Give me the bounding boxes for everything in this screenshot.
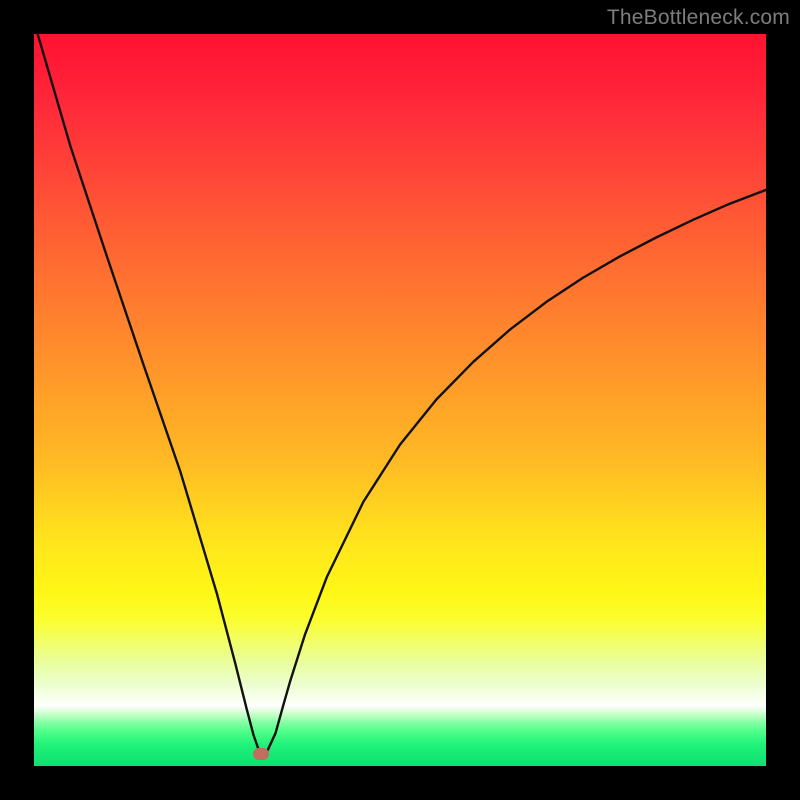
- chart-svg: [34, 34, 766, 766]
- chart-plot-area: [34, 34, 766, 766]
- watermark-text: TheBottleneck.com: [607, 6, 790, 30]
- optimal-point-marker: [253, 748, 269, 760]
- bottleneck-curve: [38, 34, 766, 754]
- chart-frame: TheBottleneck.com: [0, 0, 800, 800]
